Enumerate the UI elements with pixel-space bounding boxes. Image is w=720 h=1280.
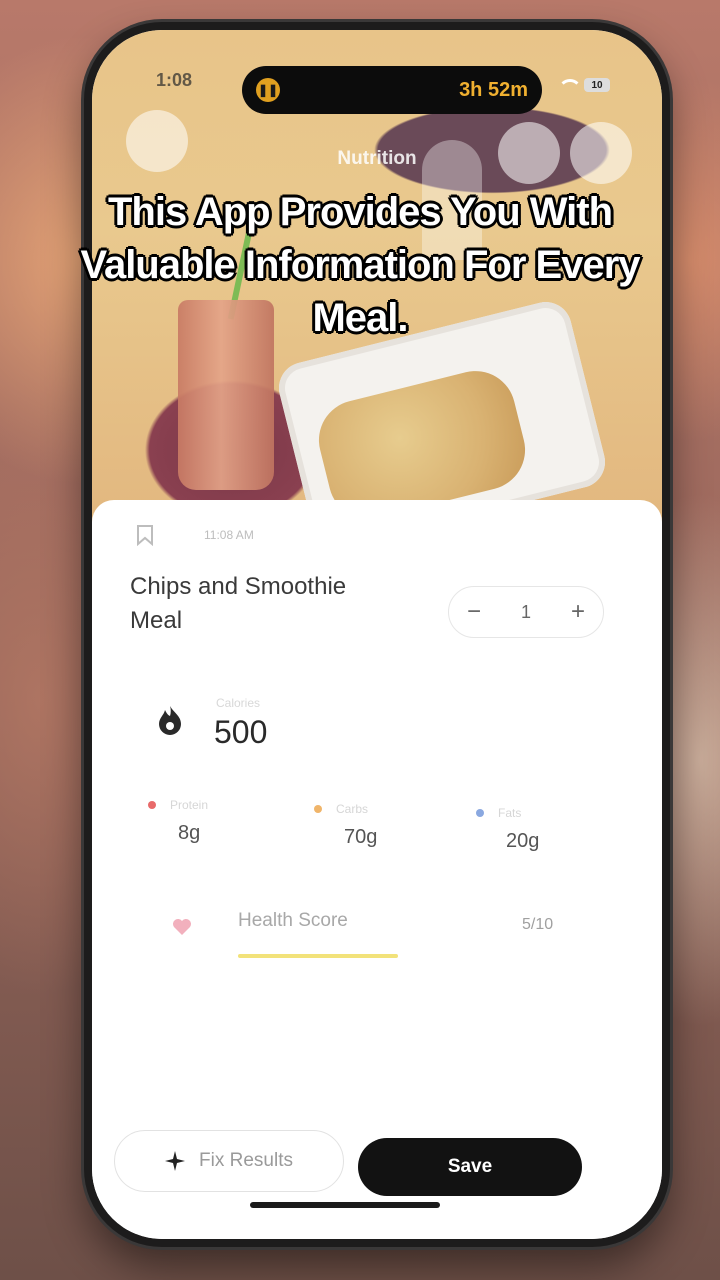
protein-value: 8g bbox=[178, 822, 201, 844]
fats-label: Fats bbox=[498, 806, 522, 820]
meal-name: Chips and Smoothie Meal bbox=[130, 573, 347, 634]
quantity-stepper: − 1 + bbox=[448, 586, 604, 638]
decrease-button[interactable]: − bbox=[467, 598, 481, 626]
video-caption: This App Provides You With Valuable Info… bbox=[80, 190, 640, 340]
health-score-bar bbox=[238, 954, 398, 958]
flame-icon bbox=[159, 706, 181, 735]
protein-dot bbox=[148, 801, 156, 809]
calories-value: 500 bbox=[214, 714, 268, 750]
share-button[interactable] bbox=[498, 122, 560, 184]
carbs-label: Carbs bbox=[336, 802, 369, 816]
fats-value: 20g bbox=[506, 830, 540, 852]
dynamic-island: ❚❚ 3h 52m bbox=[242, 66, 542, 114]
quantity-value: 1 bbox=[520, 601, 531, 622]
battery-icon: 10 bbox=[584, 78, 610, 92]
fix-results-button[interactable]: Fix Results bbox=[114, 1130, 344, 1192]
sparkle-icon bbox=[165, 1151, 186, 1171]
heart-icon bbox=[173, 919, 191, 935]
macro-carbs: Carbs 70g bbox=[314, 802, 454, 849]
bookmark-icon[interactable] bbox=[136, 524, 154, 546]
pause-icon: ❚❚ bbox=[256, 78, 280, 102]
macro-protein: Protein 8g bbox=[148, 798, 288, 845]
save-button[interactable]: Save bbox=[358, 1138, 582, 1196]
status-indicators: 10 bbox=[558, 78, 610, 92]
health-score-label: Health Score bbox=[238, 910, 348, 931]
island-timer: 3h 52m bbox=[459, 79, 528, 101]
macro-fats: Fats 20g bbox=[476, 806, 616, 853]
fix-results-label: Fix Results bbox=[199, 1150, 293, 1171]
more-button[interactable] bbox=[570, 122, 632, 184]
protein-label: Protein bbox=[170, 798, 209, 812]
fats-dot bbox=[476, 809, 484, 817]
carbs-dot bbox=[314, 805, 322, 813]
nutrition-card: 11:08 AM Chips and Smoothie Meal − 1 + C… bbox=[92, 500, 662, 1239]
calories-label: Calories bbox=[216, 696, 261, 710]
wifi-icon bbox=[558, 79, 582, 91]
carbs-value: 70g bbox=[344, 826, 378, 848]
increase-button[interactable]: + bbox=[571, 598, 585, 626]
meal-time: 11:08 AM bbox=[204, 528, 254, 542]
status-time: 1:08 bbox=[156, 70, 193, 90]
home-indicator bbox=[250, 1202, 440, 1208]
health-score-value: 5/10 bbox=[522, 916, 554, 933]
